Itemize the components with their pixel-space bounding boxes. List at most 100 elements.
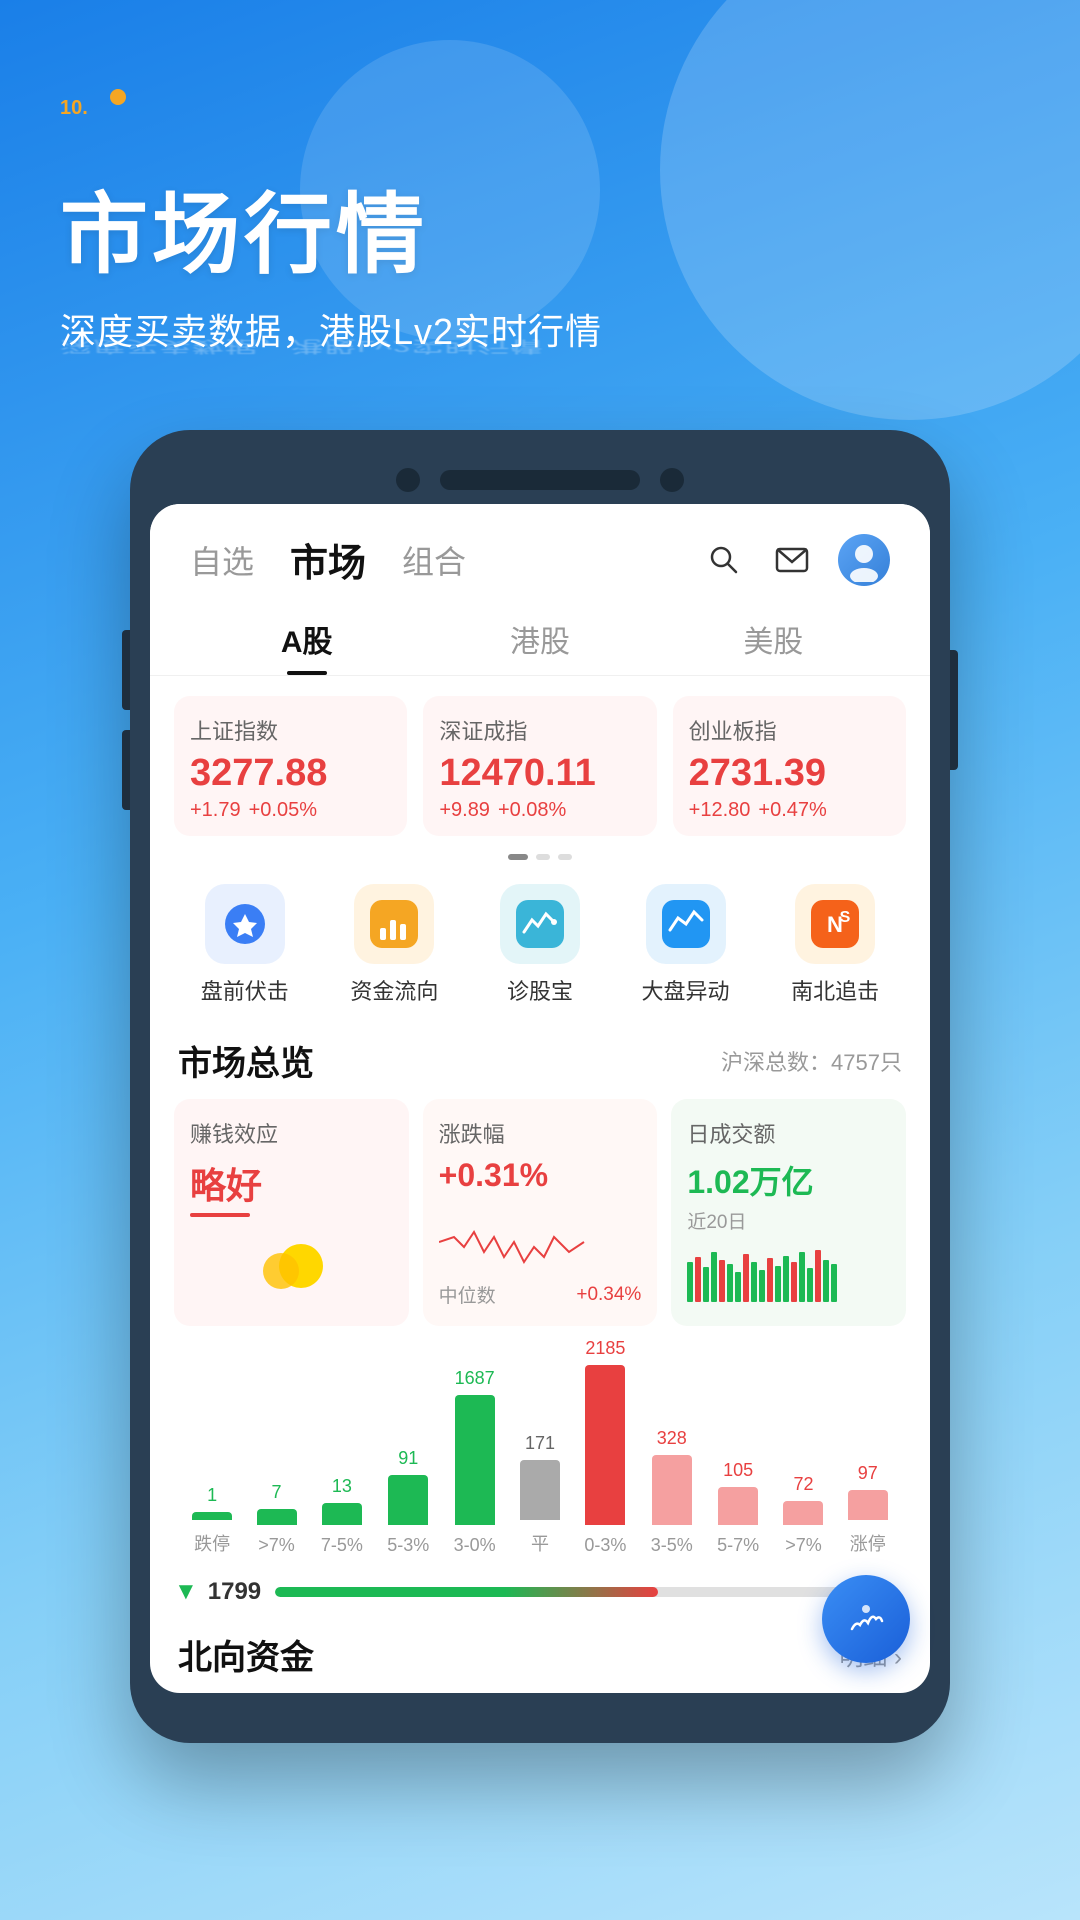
overview-cards: 赚钱效应 略好 涨跌幅 +0.31% — [150, 1099, 930, 1346]
side-button-2 — [122, 730, 130, 810]
logo-dot — [110, 89, 126, 105]
mail-icon[interactable] — [770, 538, 814, 582]
moneyflow-icon — [354, 884, 434, 964]
market-overview-sub: 沪深总数：4757只 — [721, 1045, 902, 1077]
bar-7 — [585, 1365, 625, 1525]
bar-label-4: 5-3% — [387, 1535, 429, 1556]
ai-fab-button[interactable] — [822, 1575, 910, 1663]
change-range-title: 涨跌幅 — [439, 1117, 642, 1149]
bar-label-2: >7% — [258, 1535, 295, 1556]
index-title-shenzhen: 深证成指 — [439, 714, 640, 746]
bar-label-6: 平 — [531, 1530, 549, 1556]
notch-camera — [396, 468, 420, 492]
daily-volume-card[interactable]: 日成交额 1.02万亿 近20日 — [671, 1099, 906, 1326]
indicator-value: 1799 — [208, 1578, 261, 1606]
daily-volume-chart — [687, 1242, 890, 1307]
bar-3 — [322, 1503, 362, 1525]
bar-col-gt7r: 72 >7% — [783, 1474, 823, 1556]
index-value-shanghai: 3277.88 — [190, 752, 391, 795]
bar-label-9: 5-7% — [717, 1535, 759, 1556]
index-change-abs: +1.79 — [190, 799, 241, 822]
change-range-median-label: 中位数 — [439, 1281, 496, 1308]
pagination-dots — [150, 854, 930, 860]
index-cards: 上证指数 3277.88 +1.79 +0.05% 深证成指 12470.11 … — [150, 676, 930, 852]
bar-label-1: 跌停 — [194, 1530, 230, 1556]
bar-5 — [455, 1395, 495, 1525]
change-range-value: +0.31% — [439, 1157, 642, 1194]
bottom-indicator: ▼ 1799 — [150, 1566, 930, 1622]
market-overview-header: 市场总览 沪深总数：4757只 — [150, 1026, 930, 1099]
hero-section: 10. 市场行情 深度买卖数据，港股Lv2实时行情 深度买卖数据，港股Lv2实时… — [0, 0, 1080, 430]
daily-volume-title: 日成交额 — [687, 1117, 890, 1149]
avatar[interactable] — [838, 534, 890, 586]
tool-premarket[interactable]: 盘前伏击 — [201, 884, 289, 1006]
bar-col-flat: 171 平 — [520, 1433, 560, 1556]
search-icon[interactable] — [702, 538, 746, 582]
index-title-chinext: 创业板指 — [689, 714, 890, 746]
market-tab-us[interactable]: 美股 — [657, 597, 890, 675]
bar-val-6: 171 — [525, 1433, 555, 1454]
tool-moneyflow[interactable]: 资金流向 — [350, 884, 438, 1006]
bar-col-rise-limit: 97 涨停 — [848, 1463, 888, 1556]
index-title-shanghai: 上证指数 — [190, 714, 391, 746]
notch-speaker — [440, 470, 640, 490]
nav-tabs: 自选 市场 组合 — [190, 532, 466, 587]
index-value-chinext: 2731.39 — [689, 752, 890, 795]
indicator-left: ▼ 1799 — [174, 1578, 261, 1606]
tool-diagnose[interactable]: 诊股宝 — [500, 884, 580, 1006]
bar-val-2: 7 — [272, 1482, 282, 1503]
index-change-pct-cy: +0.47% — [758, 799, 826, 822]
index-change-chinext: +12.80 +0.47% — [689, 799, 890, 822]
tab-portfolio[interactable]: 组合 — [402, 537, 466, 583]
bar-col-drop-limit: 1 跌停 — [192, 1485, 232, 1556]
change-range-median-val: +0.34% — [576, 1284, 641, 1306]
tab-market[interactable]: 市场 — [290, 532, 366, 587]
market-tabs: A股 港股 美股 — [150, 597, 930, 676]
bar-label-3: 7-5% — [321, 1535, 363, 1556]
bar-col-53: 91 5-3% — [387, 1448, 429, 1556]
index-value-shenzhen: 12470.11 — [439, 752, 640, 795]
diagnose-label: 诊股宝 — [507, 974, 573, 1006]
bar-val-3: 13 — [332, 1476, 352, 1497]
phone-notch — [150, 460, 930, 504]
tool-marketmove[interactable]: 大盘异动 — [642, 884, 730, 1006]
bar-9 — [718, 1487, 758, 1525]
bar-10 — [783, 1501, 823, 1525]
change-range-card[interactable]: 涨跌幅 +0.31% 中位数 +0.34% — [423, 1099, 658, 1326]
earn-effect-value: 略好 — [190, 1157, 393, 1209]
earn-effect-title: 赚钱效应 — [190, 1117, 393, 1149]
dot-1 — [508, 854, 528, 860]
nav-icons — [702, 534, 890, 586]
bar-val-11: 97 — [858, 1463, 878, 1484]
market-tab-a[interactable]: A股 — [190, 597, 423, 675]
bar-4 — [388, 1475, 428, 1525]
tab-watchlist[interactable]: 自选 — [190, 537, 254, 583]
bar-val-10: 72 — [793, 1474, 813, 1495]
indicator-bar-fill — [275, 1587, 657, 1597]
tool-northsouth[interactable]: N S 南北追击 — [791, 884, 879, 1006]
moneyflow-label: 资金流向 — [350, 974, 438, 1006]
marketmove-icon — [646, 884, 726, 964]
phone-side-right — [950, 650, 958, 770]
earn-effect-card[interactable]: 赚钱效应 略好 — [174, 1099, 409, 1326]
change-range-chart — [439, 1202, 642, 1277]
index-card-shenzhen[interactable]: 深证成指 12470.11 +9.89 +0.08% — [423, 696, 656, 836]
app-nav: 自选 市场 组合 — [150, 504, 930, 587]
circle-decoration-2 — [300, 40, 600, 340]
notch-sensor — [660, 468, 684, 492]
bar-col-gt7: 7 >7% — [257, 1482, 297, 1556]
svg-text:S: S — [840, 909, 851, 926]
bar-col-30: 1687 3-0% — [454, 1368, 496, 1556]
dot-3 — [558, 854, 572, 860]
bar-col-03: 2185 0-3% — [584, 1338, 626, 1556]
index-change-shenzhen: +9.89 +0.08% — [439, 799, 640, 822]
diagnose-icon — [500, 884, 580, 964]
index-card-chinext[interactable]: 创业板指 2731.39 +12.80 +0.47% — [673, 696, 906, 836]
phone-frame: 自选 市场 组合 — [130, 430, 950, 1743]
side-button-1 — [122, 630, 130, 710]
market-tab-hk[interactable]: 港股 — [423, 597, 656, 675]
bar-val-7: 2185 — [585, 1338, 625, 1359]
bar-col-57: 105 5-7% — [717, 1460, 759, 1556]
index-card-shanghai[interactable]: 上证指数 3277.88 +1.79 +0.05% — [174, 696, 407, 836]
earn-effect-bar — [190, 1213, 250, 1217]
